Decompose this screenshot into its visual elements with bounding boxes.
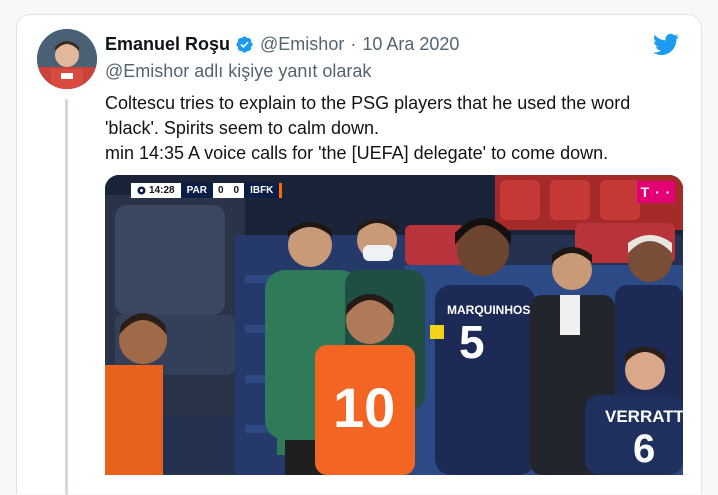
jersey-number-verratti: 6 bbox=[633, 427, 656, 471]
match-clock: 14:28 bbox=[131, 183, 181, 198]
home-score: 0 bbox=[212, 183, 229, 198]
verified-badge-icon bbox=[236, 35, 253, 53]
tweet-card[interactable]: Emanuel Roşu @Emishor · 10 Ara 2020 @Emi… bbox=[16, 14, 702, 495]
jersey-number-marquinhos: 5 bbox=[459, 316, 485, 368]
scorebug: 14:28 PAR 0 0 IBFK bbox=[131, 183, 283, 198]
tweet-text-line: min 14:35 A voice calls for 'the [UEFA] … bbox=[105, 143, 609, 163]
ucl-ball-icon bbox=[137, 186, 146, 195]
jersey-number-orange: 10 bbox=[333, 376, 396, 439]
tweet-text: Coltescu tries to explain to the PSG pla… bbox=[105, 91, 685, 166]
away-team: IBFK bbox=[244, 183, 283, 198]
display-name[interactable]: Emanuel Roşu bbox=[105, 34, 230, 55]
home-team: PAR bbox=[180, 183, 213, 198]
thread-line bbox=[65, 99, 68, 495]
reply-context[interactable]: @Emishor adlı kişiye yanıt olarak bbox=[105, 61, 371, 82]
twitter-bird-icon[interactable] bbox=[651, 31, 681, 57]
tweet-header: Emanuel Roşu @Emishor · 10 Ara 2020 bbox=[105, 32, 459, 56]
tweet-media-image[interactable]: 14:28 PAR 0 0 IBFK T · · MARQUINHOS 5 10… bbox=[105, 175, 683, 475]
tweet-text-line: Coltescu tries to explain to the PSG pla… bbox=[105, 93, 631, 113]
tweet-date[interactable]: 10 Ara 2020 bbox=[362, 34, 459, 55]
user-handle[interactable]: @Emishor bbox=[260, 34, 344, 55]
tweet-text-line: 'black'. Spirits seem to calm down. bbox=[105, 118, 379, 138]
dot-separator: · bbox=[350, 33, 357, 54]
avatar[interactable] bbox=[37, 29, 97, 89]
broadcaster-logo: T · · bbox=[637, 181, 675, 203]
jersey-name-verratti: VERRATTI bbox=[605, 407, 683, 426]
match-clock-text: 14:28 bbox=[149, 185, 175, 196]
away-score: 0 bbox=[228, 183, 245, 198]
